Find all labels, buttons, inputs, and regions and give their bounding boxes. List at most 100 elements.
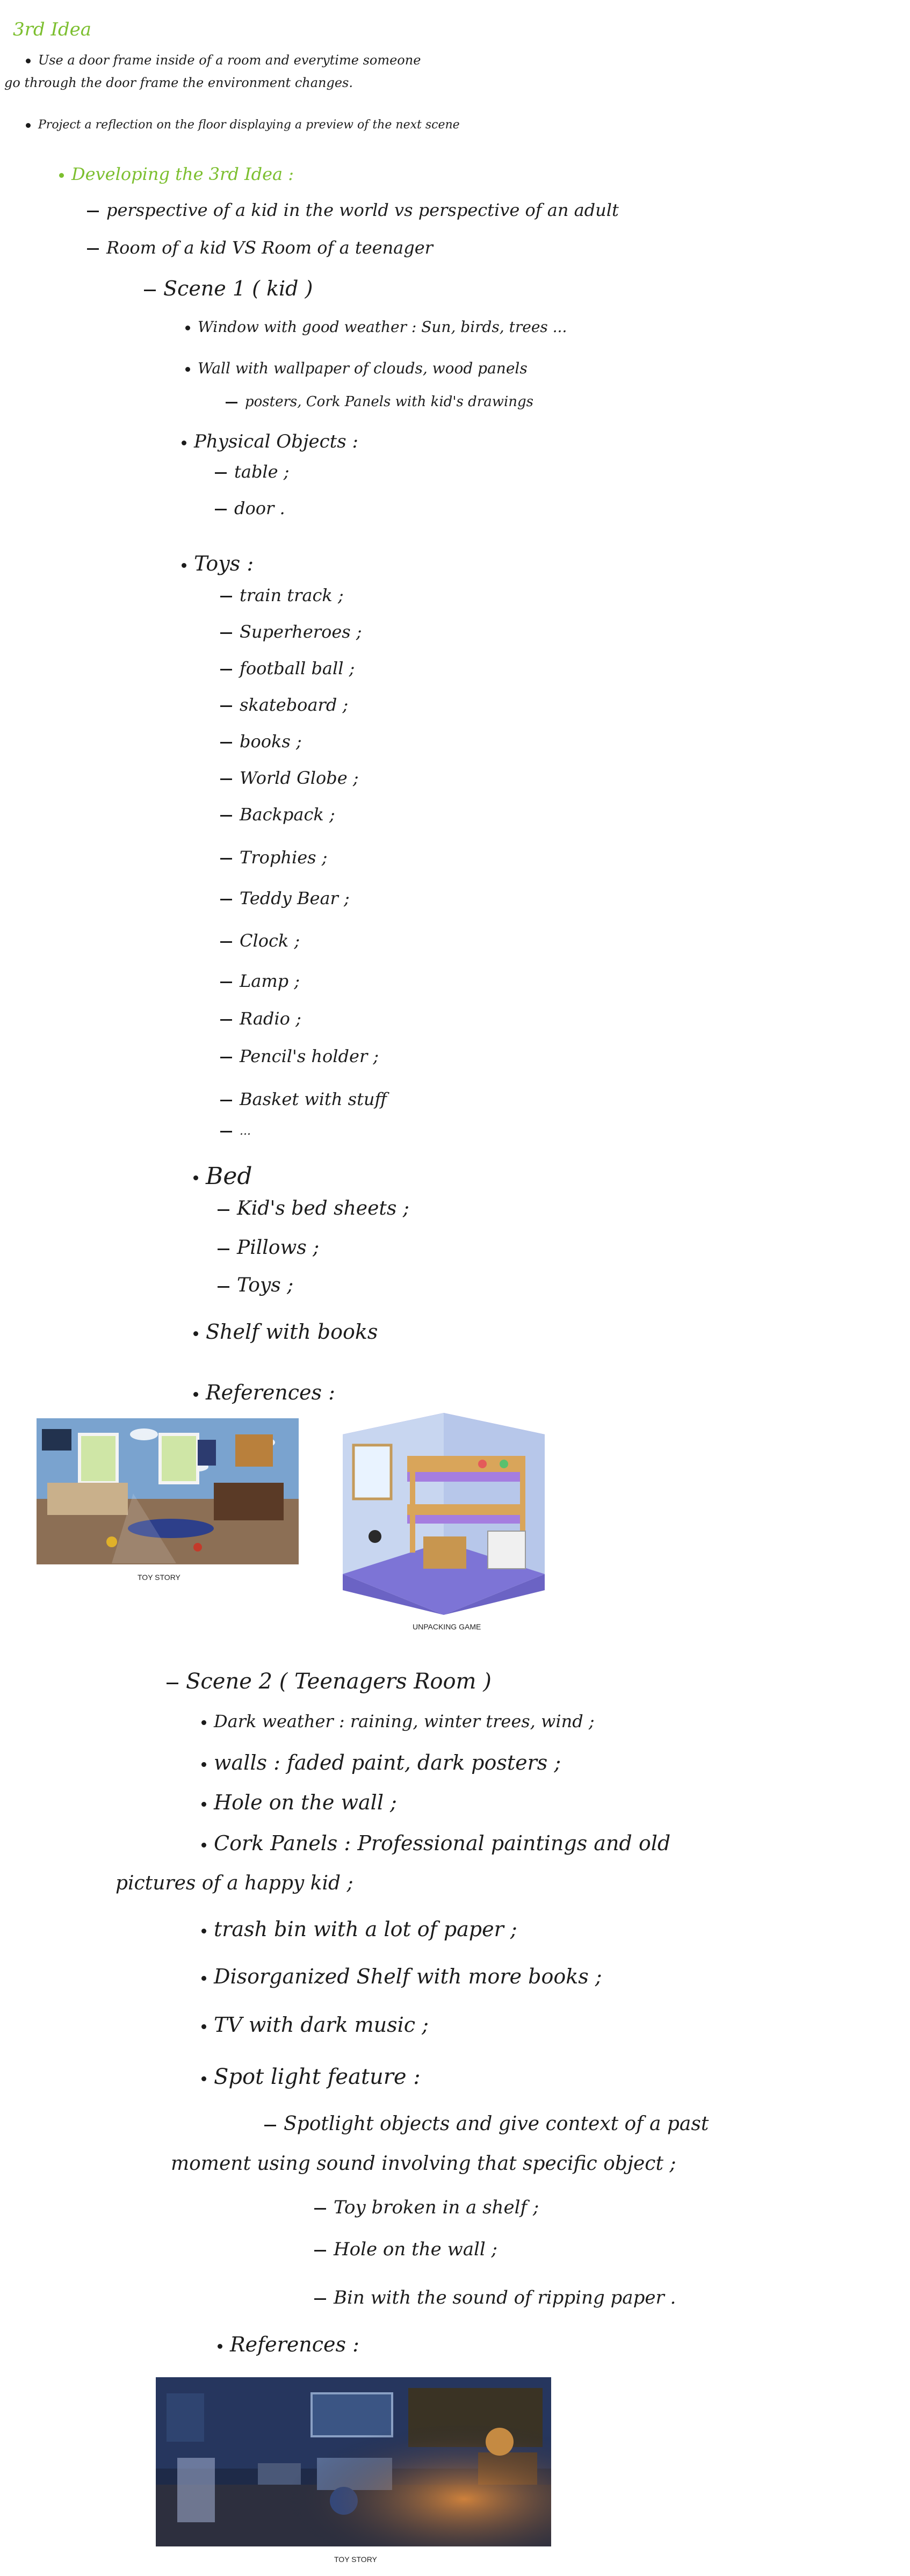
dash-icon [87,248,99,250]
bullet-icon [201,1843,206,1848]
toy-item: Trophies ; [220,849,328,866]
scene2-item: TV with dark music ; [201,2015,429,2035]
toy-item: Radio ; [220,1010,301,1027]
dash-icon [264,2124,276,2126]
dash-icon [220,1130,232,1132]
dash-icon [215,472,227,474]
spotlight-item: Bin with the sound of ripping paper . [314,2289,676,2307]
dash-icon [220,941,232,943]
scene1-physical: Physical Objects : [182,432,358,451]
scene2-item: walls : faded paint, dark posters ; [201,1752,561,1773]
bullet-icon [201,1929,206,1933]
unpacking-game-image [343,1413,545,1615]
bullet-icon [193,1331,198,1336]
toy-item: Clock ; [220,932,300,949]
scene2-item: Cork Panels : Professional paintings and… [201,1833,670,1853]
dash-icon [218,1209,229,1211]
bullet-icon [59,173,64,178]
dash-icon [87,211,99,212]
scene1-window: Window with good weather : Sun, birds, t… [185,320,567,335]
page-title: 3rd Idea [13,19,92,40]
dash-icon [220,632,232,634]
dash-icon [220,778,232,780]
scene1-wall-sub: posters, Cork Panels with kid's drawings [226,395,533,409]
scene1-wall: Wall with wallpaper of clouds, wood pane… [185,361,528,376]
toy-story-kid-room-image [37,1418,299,1564]
dash-icon [226,401,237,403]
bed-item: Toys ; [218,1276,293,1295]
toy-item: football ball ; [220,660,355,677]
bullet-icon [193,1175,198,1180]
toy-item: Backpack ; [220,806,335,823]
toy-story-teen-room-image [156,2377,551,2546]
bullet-icon [201,1762,206,1767]
toy-item: Teddy Bear ; [220,890,350,907]
bullet-icon [201,1976,206,1981]
bullet-icon [26,122,31,128]
toy-item: Superheroes ; [220,623,362,640]
bullet-icon [201,1802,206,1807]
dash-icon [215,509,227,510]
toy-item: Pencil's holder ; [220,1048,379,1065]
dash-icon [167,1682,178,1684]
scene2-item: Hole on the wall ; [201,1792,397,1813]
ref-caption-unpacking: UNPACKING GAME [413,1622,481,1631]
bullet-icon [193,1392,198,1397]
scene2-references: References : [218,2334,359,2355]
dash-icon [220,669,232,670]
dev-point-2: Room of a kid VS Room of a teenager [87,239,433,256]
dash-icon [220,982,232,983]
dev-point-1: perspective of a kid in the world vs per… [87,201,619,219]
toy-item: train track ; [220,587,344,604]
dash-icon [218,1286,229,1288]
dash-icon [314,2298,326,2300]
developing-heading: Developing the 3rd Idea : [59,165,294,183]
toy-item: World Globe ; [220,769,359,786]
scene2-item-cont: pictures of a happy kid ; [115,1872,353,1894]
bullet-icon [185,367,190,372]
scene2-heading: Scene 2 ( Teenagers Room ) [167,1671,492,1692]
toy-item: Basket with stuff [220,1091,387,1108]
dash-icon [314,2207,326,2210]
ref-caption-toy-story: TOY STORY [138,1573,180,1582]
scene1-shelf: Shelf with books [193,1322,378,1342]
dash-icon [220,1019,232,1021]
toy-item: Lamp ; [220,972,300,990]
bullet-icon [185,326,190,330]
spotlight-item: Hole on the wall ; [314,2240,497,2258]
spotlight-item: Toy broken in a shelf ; [314,2198,539,2217]
spotlight-text-2: moment using sound involving that specif… [171,2153,676,2175]
dash-icon [144,290,156,291]
scene1-references: References : [193,1382,335,1403]
ref-caption-teen-room: TOY STORY [334,2555,377,2564]
bed-item: Kid's bed sheets ; [218,1199,409,1218]
bullet-icon [182,563,186,568]
bullet-icon [26,59,31,63]
scene1-heading: Scene 1 ( kid ) [144,278,313,299]
dash-icon [220,705,232,707]
dash-icon [220,815,232,817]
bullet-icon [201,2024,206,2029]
intro-line-1: Use a door frame inside of a room and ev… [26,54,421,67]
bed-item: Pillows ; [218,1238,319,1258]
bullet-icon [218,2344,222,2349]
scene2-spotlight: Spot light feature : [201,2066,421,2088]
toy-item: skateboard ; [220,696,348,713]
dash-icon [220,858,232,860]
intro-line-3: Project a reflection on the floor displa… [26,119,460,131]
dash-icon [314,2249,326,2252]
dash-icon [220,899,232,900]
spotlight-text-1: Spotlight objects and give context of a … [264,2115,709,2134]
bullet-icon [201,2076,206,2081]
bullet-icon [182,440,186,445]
bullet-icon [201,1720,206,1725]
dash-icon [218,1248,229,1250]
scene2-item: Dark weather : raining, winter trees, wi… [201,1713,595,1730]
physical-item: door . [215,500,285,517]
toy-item: books ; [220,733,302,750]
scene1-toys: Toys : [182,553,254,574]
dash-icon [220,742,232,744]
dash-icon [220,1057,232,1058]
scene2-item: Disorganized Shelf with more books ; [201,1966,602,1987]
toy-item: ... [220,1125,251,1137]
